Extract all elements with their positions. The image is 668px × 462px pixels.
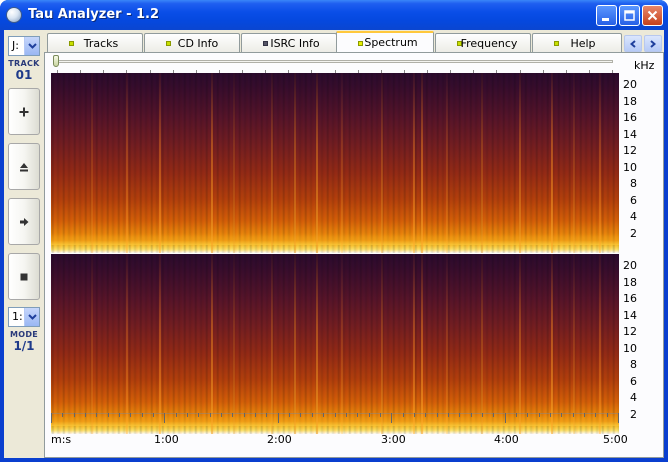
time-tick-label: 4:00 [494,433,519,446]
tab-scroll-arrows [624,35,662,52]
y-tick-label: 18 [623,94,637,108]
time-tick-label: 5:00 [603,433,628,446]
close-icon [647,10,658,21]
tab-label: Help [570,37,596,50]
mode-select[interactable]: 1: [8,307,40,327]
time-axis: m:s 1:00 2:00 3:00 4:00 5:00 [51,413,628,453]
stop-button[interactable] [8,253,40,300]
status-led-icon [263,41,268,46]
chevron-down-icon[interactable] [24,37,39,55]
time-axis-ticks [51,413,619,423]
time-axis-unit: m:s [51,433,72,446]
y-tick-label: 20 [623,78,637,91]
plus-icon [19,107,29,116]
drive-select[interactable]: J: [8,36,40,56]
spectrogram-left-channel [51,73,619,253]
spectrogram-right-channel [51,254,619,434]
position-slider-thumb[interactable] [53,55,59,67]
main-area: Tracks CD Info ISRC Info Spectrum Freque… [44,30,664,458]
eject-icon [20,162,28,171]
maximize-button[interactable] [619,5,640,26]
y-tick-label: 10 [623,160,637,174]
chevron-left-icon [630,39,636,48]
track-caption: TRACK [8,59,40,68]
add-button[interactable] [8,88,40,135]
tab-cd-info[interactable]: CD Info [144,33,240,53]
tab-strip: Tracks CD Info ISRC Info Spectrum Freque… [44,31,664,53]
minimize-button[interactable] [596,5,617,26]
tab-help[interactable]: Help [532,33,622,53]
window-title: Tau Analyzer - 1.2 [28,7,160,22]
position-slider-track[interactable] [53,60,613,63]
mode-value: 1: [12,310,23,323]
spectrum-panel: kHz 20 18 16 14 12 10 8 6 4 2 20 18 16 14 12 10 8 6 4 2 [44,52,664,458]
title-bar[interactable]: Tau Analyzer - 1.2 [0,0,668,30]
y-tick-label: 2 [630,226,637,240]
y-tick-label: 12 [623,144,637,157]
tab-frequency[interactable]: Frequency [435,33,531,53]
y-tick-label: 10 [623,341,637,355]
tab-scroll-left-button[interactable] [624,35,642,52]
stop-icon [20,273,28,280]
y-tick-label: 12 [623,325,637,338]
time-tick-label: 3:00 [381,433,406,446]
status-led-icon [554,41,559,46]
status-led-icon [166,41,171,46]
tab-label: Spectrum [364,36,418,49]
tab-isrc-info[interactable]: ISRC Info [241,33,337,53]
y-tick-label: 14 [623,308,637,322]
drive-value: J: [12,39,19,52]
y-tick-label: 20 [623,259,637,272]
maximize-icon [624,10,635,21]
tab-tracks[interactable]: Tracks [47,33,143,53]
play-button[interactable] [8,198,40,245]
close-button[interactable] [642,5,663,26]
y-tick-label: 8 [630,177,637,190]
tab-scroll-right-button[interactable] [644,35,662,52]
time-tick-label: 1:00 [154,433,179,446]
minimize-icon [602,18,609,21]
chevron-down-icon[interactable] [24,308,39,326]
mode-caption: MODE [9,330,39,339]
mode-number: 1/1 [13,339,35,353]
client-area: J: TRACK 01 1: MODE 1/1 Tracks CD Info I… [4,30,664,458]
tab-label: Tracks [83,37,119,50]
tab-spectrum[interactable]: Spectrum [336,31,434,53]
y-tick-label: 4 [630,210,637,223]
left-toolbar: J: TRACK 01 1: MODE 1/1 [6,34,42,454]
app-icon [6,7,22,23]
y-tick-label: 18 [623,275,637,289]
y-tick-label: 16 [623,111,637,124]
app-window: Tau Analyzer - 1.2 J: TRACK 01 1: MODE 1… [0,0,668,462]
play-arrow-icon [20,217,29,226]
y-tick-label: 4 [630,391,637,404]
time-tick-label: 2:00 [267,433,292,446]
y-tick-label: 6 [630,193,637,207]
y-tick-label: 16 [623,292,637,305]
tab-label: ISRC Info [270,37,320,50]
y-tick-label: 2 [630,407,637,421]
frequency-unit-label: kHz [634,59,655,72]
chevron-right-icon [650,39,656,48]
status-led-icon [358,41,363,46]
y-tick-label: 14 [623,127,637,141]
y-tick-label: 8 [630,358,637,371]
track-number: 01 [15,68,33,82]
eject-button[interactable] [8,143,40,190]
tab-label: CD Info [177,37,219,50]
tab-label: Frequency [460,37,518,50]
y-tick-label: 6 [630,374,637,388]
status-led-icon [69,41,74,46]
